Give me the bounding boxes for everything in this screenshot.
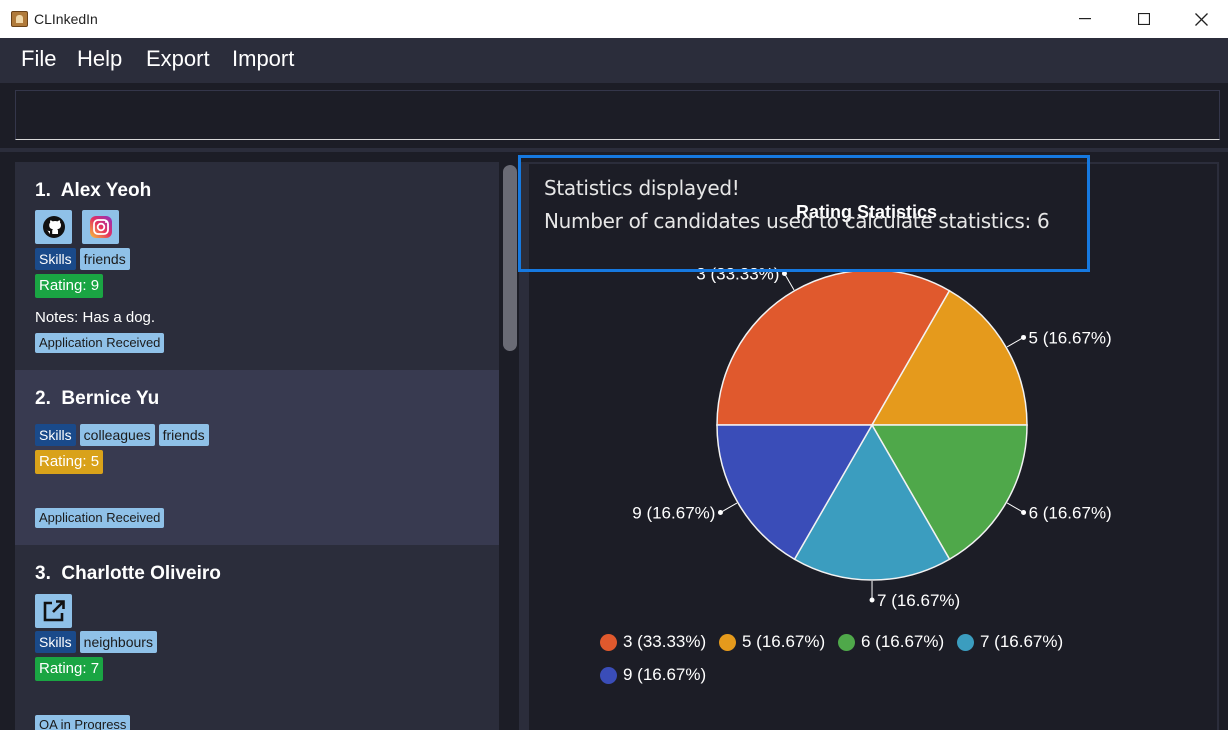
tag-list: Skills friends: [35, 248, 130, 270]
status-badge: OA in Progress: [35, 715, 131, 730]
legend-item: 7 (16.67%): [957, 632, 1063, 652]
menu-export[interactable]: Export: [146, 46, 210, 72]
command-area: [0, 83, 1228, 149]
tag-list: Skills neighbours: [35, 631, 157, 653]
window-title: CLInkedIn: [34, 11, 98, 27]
result-line-2: Number of candidates used to calculate s…: [544, 209, 1050, 233]
menu-import[interactable]: Import: [232, 46, 294, 72]
tag: friends: [79, 248, 130, 270]
person-index: 1.: [35, 180, 51, 201]
legend-swatch: [838, 633, 855, 651]
tag: friends: [158, 424, 209, 446]
person-card[interactable]: 1. Alex Yeoh Skills friends Rating: 9 No…: [15, 162, 499, 370]
tag: Skills: [35, 631, 76, 653]
github-icon[interactable]: [35, 210, 72, 244]
person-name-text: Charlotte Oliveiro: [61, 563, 221, 584]
tag: Skills: [35, 424, 76, 446]
legend-swatch: [600, 666, 617, 684]
legend-label: 6 (16.67%): [861, 632, 945, 651]
legend-swatch: [719, 633, 736, 651]
close-button[interactable]: [1172, 0, 1228, 38]
rating-badge: Rating: 9: [35, 274, 104, 298]
person-index: 2.: [35, 388, 51, 409]
app-icon: [11, 11, 28, 27]
divider: [0, 148, 1228, 152]
tag-list: Skills colleagues friends: [35, 424, 209, 446]
maximize-button[interactable]: [1115, 0, 1173, 38]
legend-label: 3 (33.33%): [623, 632, 707, 651]
notes: Notes: Has a dog.: [35, 309, 156, 326]
minimize-button[interactable]: [1056, 0, 1114, 38]
result-line-1: Statistics displayed!: [544, 176, 740, 200]
rating-badge: Rating: 5: [35, 450, 104, 474]
menu-file[interactable]: File: [21, 46, 56, 72]
legend-label: 7 (16.67%): [980, 632, 1064, 651]
legend-item: 5 (16.67%): [719, 632, 825, 652]
person-name-text: Bernice Yu: [61, 388, 160, 409]
tag: colleagues: [79, 424, 155, 446]
result-display: Statistics displayed! Number of candidat…: [518, 155, 1090, 272]
command-input[interactable]: [15, 90, 1220, 140]
person-list[interactable]: 1. Alex Yeoh Skills friends Rating: 9 No…: [15, 162, 500, 730]
person-card[interactable]: 2. Bernice Yu Skills colleagues friends …: [15, 370, 499, 545]
person-name: 2. Bernice Yu: [35, 388, 159, 410]
person-name-text: Alex Yeoh: [60, 180, 152, 201]
legend-item: 6 (16.67%): [838, 632, 944, 652]
menu-help[interactable]: Help: [77, 46, 122, 72]
tag: neighbours: [79, 631, 157, 653]
person-card[interactable]: 3. Charlotte Oliveiro Skills neighbours …: [15, 545, 499, 730]
external-link-icon[interactable]: [35, 594, 72, 628]
legend-swatch: [957, 633, 974, 651]
status-badge: Application Received: [35, 508, 165, 528]
title-bar: CLInkedIn: [0, 0, 1228, 38]
legend-item: 3 (33.33%): [600, 632, 706, 652]
legend-label: 5 (16.67%): [742, 632, 826, 651]
legend-swatch: [600, 633, 617, 651]
legend-label: 9 (16.67%): [623, 665, 707, 684]
person-name: 3. Charlotte Oliveiro: [35, 563, 221, 585]
legend-item: 9 (16.67%): [600, 665, 706, 685]
person-index: 3.: [35, 563, 51, 584]
instagram-icon[interactable]: [82, 210, 119, 244]
person-name: 1. Alex Yeoh: [35, 180, 151, 202]
tag: Skills: [35, 248, 76, 270]
rating-badge: Rating: 7: [35, 657, 104, 681]
status-badge: Application Received: [35, 333, 165, 353]
list-scrollbar-thumb[interactable]: [503, 165, 517, 351]
menu-bar: File Help Export Import: [0, 38, 1228, 83]
